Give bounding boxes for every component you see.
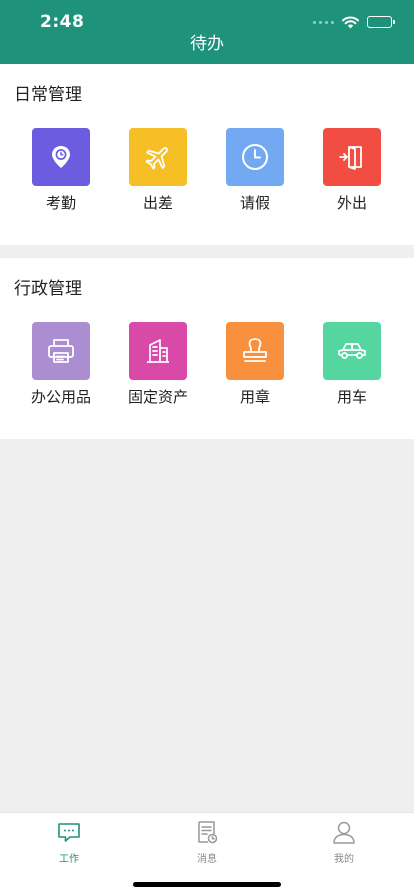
printer-icon	[32, 322, 90, 380]
tab-work-label: 工作	[59, 854, 79, 865]
chat-bubble-icon	[19, 819, 119, 847]
go-out-label: 外出	[336, 194, 367, 212]
document-clock-icon	[157, 819, 257, 847]
leave-request-item[interactable]: 请假	[210, 128, 300, 218]
tab-profile[interactable]: 我的	[294, 819, 394, 865]
home-indicator[interactable]	[133, 882, 281, 887]
leave-request-label: 请假	[239, 194, 270, 212]
go-out-item[interactable]: 外出	[307, 128, 397, 218]
user-icon	[294, 819, 394, 847]
section-title-daily: 日常管理	[14, 85, 82, 105]
location-pin-icon	[32, 128, 90, 186]
daily-items-grid: 考勤 出差 请假 外出	[0, 128, 414, 218]
business-trip-item[interactable]: 出差	[113, 128, 203, 218]
tab-messages[interactable]: 消息	[157, 819, 257, 865]
fixed-assets-label: 固定资产	[127, 388, 188, 406]
tab-profile-label: 我的	[334, 854, 354, 865]
admin-items-grid: 办公用品 固定资产 用章 用车	[0, 322, 414, 412]
vehicle-usage-item[interactable]: 用车	[307, 322, 397, 412]
status-indicators	[313, 15, 395, 29]
admin-management-section: 行政管理 办公用品 固定资产 用章 用车	[0, 258, 414, 439]
exit-door-icon	[323, 128, 381, 186]
clock-icon	[226, 128, 284, 186]
vehicle-usage-label: 用车	[336, 388, 367, 406]
page-title: 待办	[190, 34, 224, 54]
tab-work[interactable]: 工作	[19, 819, 119, 865]
app-header: 2:48 待办	[0, 0, 414, 64]
seal-usage-label: 用章	[239, 388, 270, 406]
building-icon	[129, 322, 187, 380]
attendance-label: 考勤	[45, 194, 76, 212]
section-title-admin: 行政管理	[14, 279, 82, 299]
seal-usage-item[interactable]: 用章	[210, 322, 300, 412]
airplane-icon	[129, 128, 187, 186]
tab-messages-label: 消息	[197, 854, 217, 865]
cellular-signal-icon	[313, 20, 334, 24]
attendance-item[interactable]: 考勤	[16, 128, 106, 218]
car-icon	[323, 322, 381, 380]
office-supplies-item[interactable]: 办公用品	[16, 322, 106, 412]
business-trip-label: 出差	[142, 194, 173, 212]
wifi-icon	[342, 15, 359, 28]
daily-management-section: 日常管理 考勤 出差 请假 外出	[0, 64, 414, 245]
battery-icon	[367, 16, 395, 28]
fixed-assets-item[interactable]: 固定资产	[113, 322, 203, 412]
stamp-icon	[226, 322, 284, 380]
office-supplies-label: 办公用品	[30, 388, 91, 406]
